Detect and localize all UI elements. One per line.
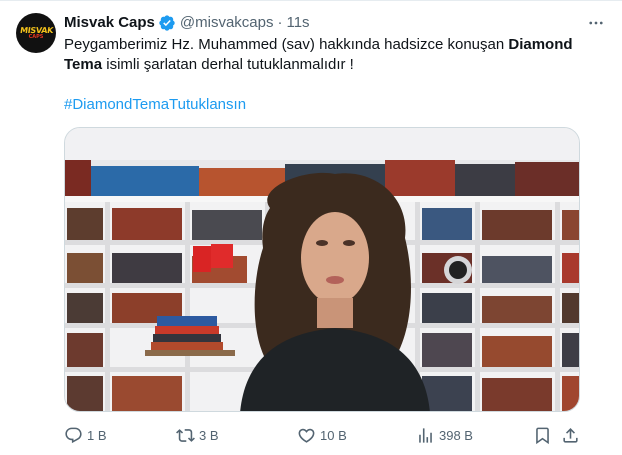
more-options-icon[interactable] <box>586 13 606 33</box>
tweet-text-bold-2: Tema <box>64 56 103 73</box>
author-handle[interactable]: @misvakcaps <box>180 13 274 33</box>
tweet-text-bold-1: Diamond <box>508 36 573 53</box>
retweet-icon <box>176 428 195 442</box>
tweet-actions: 1 B 3 B 10 B 398 B <box>64 423 584 447</box>
separator-dot: · <box>277 14 283 31</box>
reply-icon <box>65 427 82 443</box>
bookmark-button[interactable] <box>533 423 552 447</box>
views-button[interactable]: 398 B <box>416 423 473 447</box>
reply-button[interactable]: 1 B <box>64 423 107 447</box>
author-name[interactable]: Misvak Caps <box>64 13 155 33</box>
hashtag-link[interactable]: #DiamondTemaTutuklansın <box>64 95 246 115</box>
retweet-count: 3 B <box>199 427 219 443</box>
heart-icon <box>298 428 315 443</box>
analytics-icon <box>419 427 432 443</box>
share-icon <box>563 427 578 443</box>
bookmark-icon <box>536 427 549 444</box>
verified-badge-icon <box>159 15 175 31</box>
tweet-text-part2: isimli şarlatan derhal tutuklanmalıdır ! <box>102 56 354 73</box>
tweet-card[interactable]: MISVAK CAPS Misvak Caps @misvakcaps · 11… <box>0 0 622 455</box>
retweet-button[interactable]: 3 B <box>176 423 219 447</box>
like-count: 10 B <box>320 427 347 443</box>
tweet-time[interactable]: 11s <box>286 13 309 33</box>
tweet-text: Peygamberimiz Hz. Muhammed (sav) hakkınd… <box>64 35 594 75</box>
share-button[interactable] <box>561 423 580 447</box>
avatar-logo-top: MISVAK <box>18 25 54 35</box>
tweet-media-image[interactable] <box>64 127 580 412</box>
reply-count: 1 B <box>87 427 107 443</box>
like-button[interactable]: 10 B <box>297 423 347 447</box>
avatar[interactable]: MISVAK CAPS <box>16 13 56 53</box>
view-count: 398 B <box>439 427 473 443</box>
tweet-header: Misvak Caps @misvakcaps · 11s <box>64 13 606 33</box>
tweet-text-part1: Peygamberimiz Hz. Muhammed (sav) hakkınd… <box>64 36 509 53</box>
avatar-logo-bottom: CAPS <box>28 33 44 40</box>
video-frame-icon <box>65 128 579 411</box>
